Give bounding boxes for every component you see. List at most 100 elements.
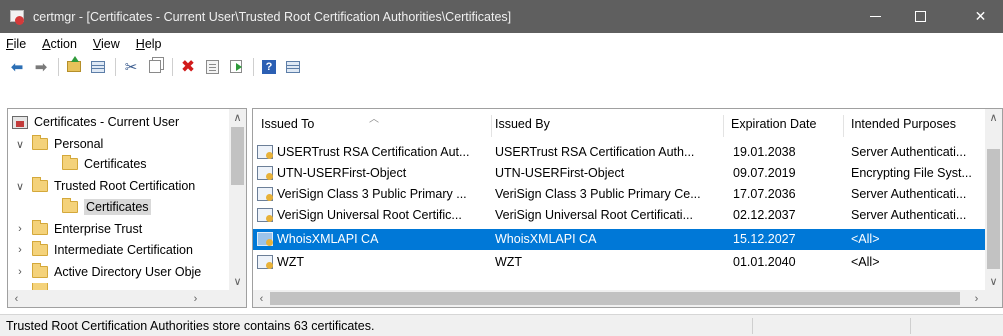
tree-vertical-scrollbar[interactable]: ∧ ∨ bbox=[229, 109, 246, 291]
tree-item-label: Certificates bbox=[84, 199, 151, 215]
toolbar-separator bbox=[172, 57, 173, 76]
tree-item-label: Trusted Root Certification bbox=[54, 179, 196, 193]
cell-purposes: <All> bbox=[851, 255, 880, 269]
certificate-icon bbox=[257, 187, 273, 201]
back-button[interactable]: ⬅ bbox=[6, 57, 28, 77]
tree-item-enterprise-trust[interactable]: › Enterprise Trust bbox=[14, 218, 142, 240]
list-vertical-scrollbar[interactable]: ∧ ∨ bbox=[985, 109, 1002, 291]
chevron-down-icon[interactable]: ∨ bbox=[14, 138, 26, 151]
tree-item-intermediate[interactable]: › Intermediate Certification bbox=[14, 239, 193, 261]
tree-item-personal[interactable]: ∨ Personal bbox=[14, 133, 103, 155]
cell-expiration: 02.12.2037 bbox=[733, 208, 796, 222]
close-button[interactable]: ✕ bbox=[958, 0, 1003, 33]
menu-bar: File Action View Help bbox=[0, 33, 1003, 54]
tree-item-active-directory[interactable]: › Active Directory User Obje bbox=[14, 261, 201, 283]
chevron-right-icon[interactable]: › bbox=[14, 223, 26, 235]
cell-purposes: Server Authenticati... bbox=[851, 145, 967, 159]
tree-horizontal-scrollbar[interactable]: ‹ › bbox=[8, 290, 246, 307]
show-hide-tree-button[interactable] bbox=[87, 57, 109, 77]
scroll-up-icon[interactable]: ∧ bbox=[985, 109, 1002, 126]
column-header-expiration-date[interactable]: Expiration Date bbox=[727, 109, 847, 139]
cell-issued-by: UTN-USERFirst-Object bbox=[495, 166, 625, 180]
menu-file[interactable]: File bbox=[0, 37, 34, 51]
maximize-icon bbox=[915, 11, 926, 22]
tree-item-trusted-root-certificates[interactable]: Certificates bbox=[62, 196, 151, 218]
minimize-icon bbox=[870, 16, 881, 17]
scroll-down-icon[interactable]: ∨ bbox=[985, 273, 1002, 290]
folder-open-icon bbox=[62, 198, 78, 213]
cell-purposes: Encrypting File Syst... bbox=[851, 166, 972, 180]
cell-purposes: Server Authenticati... bbox=[851, 208, 967, 222]
tree-item-trusted-root[interactable]: ∨ Trusted Root Certification bbox=[14, 175, 195, 197]
menu-help-accelerator: H bbox=[135, 36, 145, 51]
cell-issued-to: VeriSign Universal Root Certific... bbox=[277, 208, 462, 222]
column-header-issued-to[interactable]: Issued To bbox=[257, 109, 491, 139]
chevron-down-icon[interactable]: ∨ bbox=[14, 180, 26, 193]
menu-action-rest: ction bbox=[50, 36, 77, 51]
delete-icon: ✖ bbox=[180, 56, 196, 76]
status-bar: Trusted Root Certification Authorities s… bbox=[0, 314, 1003, 336]
scroll-left-icon[interactable]: ‹ bbox=[8, 290, 25, 307]
menu-help[interactable]: Help bbox=[128, 37, 170, 51]
tree-item-label: Certificates bbox=[84, 157, 147, 171]
properties-button[interactable] bbox=[201, 57, 223, 77]
cell-issued-to: VeriSign Class 3 Public Primary ... bbox=[277, 187, 467, 201]
scroll-up-icon[interactable]: ∧ bbox=[229, 109, 246, 126]
cell-purposes: Server Authenticati... bbox=[851, 187, 967, 201]
export-icon bbox=[230, 60, 242, 73]
tree-item-root[interactable]: Certificates - Current User bbox=[12, 111, 179, 133]
show-hide-tree-icon bbox=[91, 60, 105, 73]
properties-icon bbox=[205, 59, 219, 74]
folder-icon bbox=[32, 135, 48, 150]
menu-action[interactable]: Action bbox=[34, 37, 85, 51]
up-folder-icon bbox=[67, 56, 81, 72]
scroll-left-icon[interactable]: ‹ bbox=[253, 290, 270, 307]
scroll-right-icon[interactable]: › bbox=[968, 290, 985, 307]
status-text: Trusted Root Certification Authorities s… bbox=[6, 318, 375, 333]
column-header-intended-purposes[interactable]: Intended Purposes bbox=[847, 109, 987, 139]
folder-icon bbox=[32, 220, 48, 235]
forward-arrow-icon: ➡ bbox=[34, 58, 48, 76]
table-row[interactable]: UTN-USERFirst-Object UTN-USERFirst-Objec… bbox=[253, 163, 991, 184]
table-row[interactable]: VeriSign Universal Root Certific... Veri… bbox=[253, 205, 991, 226]
help-button[interactable]: ? bbox=[258, 57, 280, 77]
table-row[interactable]: VeriSign Class 3 Public Primary ... Veri… bbox=[253, 184, 991, 205]
scroll-thumb[interactable] bbox=[231, 127, 244, 185]
cell-issued-by: VeriSign Class 3 Public Primary Ce... bbox=[495, 187, 701, 201]
up-one-level-button[interactable] bbox=[63, 56, 85, 77]
view-button[interactable] bbox=[282, 57, 304, 77]
table-row[interactable]: WZT WZT 01.01.2040 <All> bbox=[253, 252, 991, 273]
tree-item-personal-certificates[interactable]: Certificates bbox=[62, 153, 147, 175]
scroll-right-icon[interactable]: › bbox=[187, 290, 204, 307]
menu-view-rest: iew bbox=[101, 36, 120, 51]
toolbar: ⬅ ➡ ✂ ✖ ? bbox=[0, 54, 1003, 79]
table-row-selected[interactable]: WhoisXMLAPI CA WhoisXMLAPI CA 15.12.2027… bbox=[253, 229, 991, 250]
cut-button[interactable]: ✂ bbox=[120, 57, 142, 77]
maximize-button[interactable] bbox=[898, 0, 943, 33]
column-header-issued-by[interactable]: Issued By bbox=[491, 109, 723, 139]
menu-view[interactable]: View bbox=[85, 37, 128, 51]
column-divider[interactable] bbox=[723, 115, 724, 137]
table-row[interactable]: USERTrust RSA Certification Aut... USERT… bbox=[253, 142, 991, 163]
column-divider[interactable] bbox=[843, 115, 844, 137]
menu-action-accelerator: A bbox=[42, 36, 51, 51]
console-tree[interactable]: Certificates - Current User ∨ Personal C… bbox=[7, 108, 247, 308]
certificate-list[interactable]: ︿ Issued To Issued By Expiration Date In… bbox=[252, 108, 1003, 308]
copy-icon bbox=[149, 60, 161, 73]
cell-issued-to: WhoisXMLAPI CA bbox=[277, 232, 379, 246]
scroll-down-icon[interactable]: ∨ bbox=[229, 273, 246, 290]
export-list-button[interactable] bbox=[225, 57, 247, 77]
copy-button[interactable] bbox=[144, 57, 166, 77]
minimize-button[interactable] bbox=[853, 0, 898, 33]
cell-issued-by: WhoisXMLAPI CA bbox=[495, 232, 597, 246]
certmgr-app-icon[interactable] bbox=[9, 9, 25, 25]
scroll-thumb[interactable] bbox=[987, 149, 1000, 269]
list-horizontal-scrollbar[interactable]: ‹ › bbox=[253, 290, 1002, 307]
forward-button[interactable]: ➡ bbox=[30, 57, 52, 77]
chevron-right-icon[interactable]: › bbox=[14, 244, 26, 256]
scroll-thumb[interactable] bbox=[270, 292, 960, 305]
chevron-right-icon[interactable]: › bbox=[14, 266, 26, 278]
delete-button[interactable]: ✖ bbox=[177, 57, 199, 77]
cell-expiration: 19.01.2038 bbox=[733, 145, 796, 159]
certificate-icon bbox=[257, 145, 273, 159]
